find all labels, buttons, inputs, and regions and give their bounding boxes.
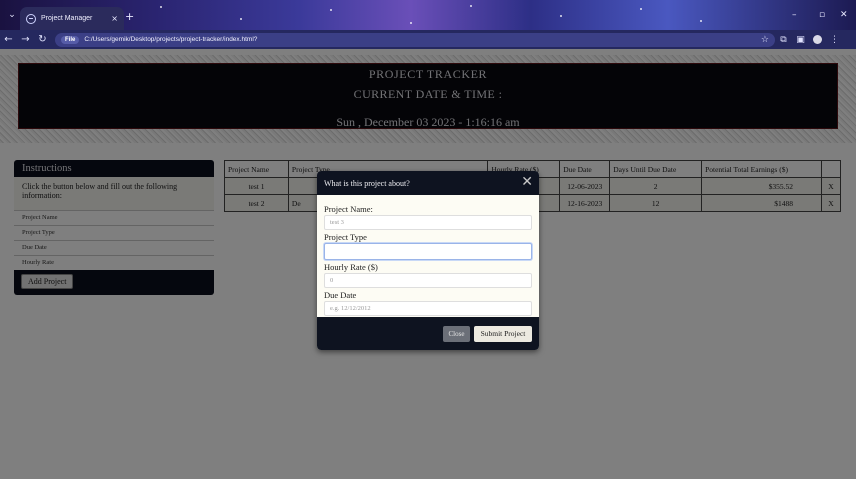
new-tab-button[interactable]: + xyxy=(125,11,134,22)
hourly-rate-input[interactable]: 0 xyxy=(324,273,532,288)
page-viewport: PROJECT TRACKER CURRENT DATE & TIME : Su… xyxy=(0,49,856,479)
sidepanel-icon[interactable]: ▣ xyxy=(792,35,809,45)
bookmark-star-icon[interactable]: ☆ xyxy=(761,35,769,45)
minimize-button[interactable]: – xyxy=(792,11,797,20)
maximize-button[interactable]: ▫ xyxy=(819,11,825,20)
project-name-input[interactable]: test 3 xyxy=(324,215,532,230)
due-date-label: Due Date xyxy=(324,290,357,300)
project-modal: What is this project about? ✕ Project Na… xyxy=(317,171,539,350)
decorative-star xyxy=(240,18,242,20)
back-button[interactable]: ← xyxy=(0,34,17,45)
decorative-star xyxy=(160,6,162,8)
close-icon[interactable]: ✕ xyxy=(521,174,533,190)
globe-icon xyxy=(26,13,36,24)
hourly-rate-label: Hourly Rate ($) xyxy=(324,262,378,272)
decorative-star xyxy=(560,15,562,17)
close-button[interactable]: Close xyxy=(443,326,470,342)
modal-footer: Close Submit Project xyxy=(317,317,539,350)
browser-tab-strip: ⌄ Project Manager × + – ▫ ✕ xyxy=(0,0,856,30)
decorative-star xyxy=(640,8,642,10)
forward-button[interactable]: → xyxy=(17,34,34,45)
decorative-star xyxy=(410,22,412,24)
browser-tab[interactable]: Project Manager × xyxy=(20,7,124,30)
decorative-star xyxy=(470,5,472,7)
project-name-label: Project Name: xyxy=(324,204,373,214)
close-window-button[interactable]: ✕ xyxy=(840,11,848,20)
modal-title: What is this project about? xyxy=(324,179,410,188)
address-bar: ← → ↻ File C:/Users/gemik/Desktop/projec… xyxy=(0,30,856,49)
submit-project-button[interactable]: Submit Project xyxy=(474,326,532,342)
modal-header: What is this project about? ✕ xyxy=(317,171,539,195)
decorative-star xyxy=(700,20,702,22)
project-type-label: Project Type xyxy=(324,232,367,242)
due-date-input[interactable]: e.g. 12/12/2012 xyxy=(324,301,532,316)
tab-search-icon[interactable]: ⌄ xyxy=(6,9,18,21)
file-scheme-chip[interactable]: File xyxy=(61,35,80,44)
more-menu-icon[interactable]: ⋮ xyxy=(826,35,843,45)
close-tab-icon[interactable]: × xyxy=(111,14,118,23)
url-field[interactable]: File C:/Users/gemik/Desktop/projects/pro… xyxy=(55,32,775,47)
project-type-input[interactable] xyxy=(324,243,532,260)
reload-button[interactable]: ↻ xyxy=(34,34,51,45)
avatar[interactable] xyxy=(813,35,822,44)
url-text[interactable]: C:/Users/gemik/Desktop/projects/project-… xyxy=(84,36,756,43)
extensions-icon[interactable]: ⧉ xyxy=(775,35,792,45)
decorative-star xyxy=(330,9,332,11)
modal-form: Project Name: test 3 Project Type Hourly… xyxy=(317,195,539,316)
tab-title: Project Manager xyxy=(41,15,93,22)
